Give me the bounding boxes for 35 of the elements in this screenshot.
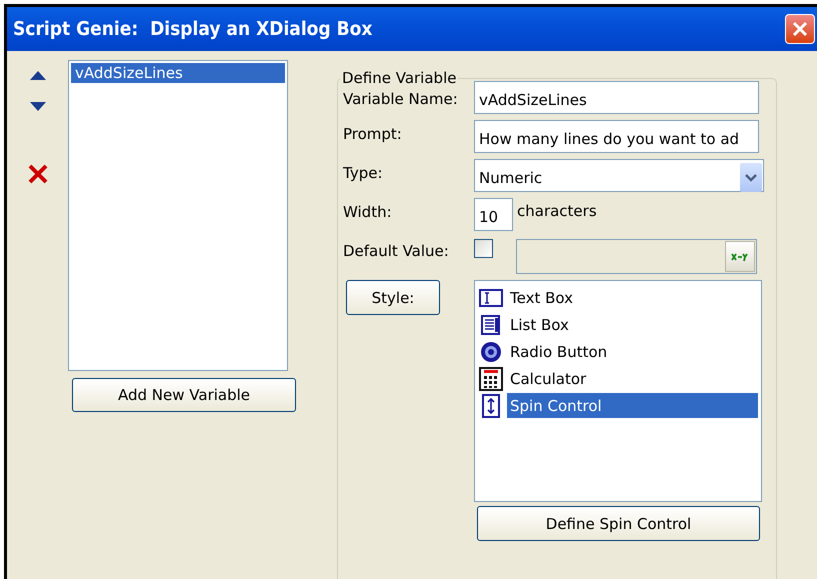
type-dropdown[interactable]: Numeric <box>474 159 764 192</box>
style-option[interactable]: Radio Button <box>507 339 758 364</box>
spin-control-icon <box>482 394 500 418</box>
close-icon <box>791 20 809 38</box>
list-box-icon <box>481 314 501 334</box>
width-field[interactable]: 10 <box>474 198 513 231</box>
style-option[interactable]: List Box <box>507 312 758 337</box>
default-value-field[interactable] <box>516 239 757 274</box>
field-label: Default Value: <box>343 241 450 260</box>
chevron-down-icon <box>745 174 757 182</box>
move-down-icon[interactable] <box>30 102 46 111</box>
variable-item[interactable]: vAddSizeLines <box>71 63 285 83</box>
calculator-icon <box>479 366 503 390</box>
style-option[interactable]: Spin Control <box>507 393 758 418</box>
text-box-icon <box>479 288 503 306</box>
radio-button-icon <box>480 340 502 362</box>
input-field[interactable]: How many lines do you want to ad <box>474 120 759 153</box>
field-label: Prompt: <box>343 124 403 143</box>
default-value-checkbox[interactable] <box>474 239 493 258</box>
style-option[interactable]: Text Box <box>507 285 758 310</box>
delete-icon[interactable] <box>26 163 48 185</box>
style-option[interactable]: Calculator <box>507 366 758 391</box>
expression-button[interactable] <box>725 241 755 272</box>
field-label: Variable Name: <box>343 89 459 108</box>
define-button[interactable]: Define Spin Control <box>477 506 760 541</box>
units-label: characters <box>517 201 597 220</box>
style-button[interactable]: Style: <box>346 280 440 315</box>
input-field[interactable]: vAddSizeLines <box>474 81 759 114</box>
window-title: Script Genie: Display an XDialog Box <box>12 18 372 40</box>
close-button[interactable] <box>785 14 815 44</box>
move-up-icon[interactable] <box>30 71 46 80</box>
field-label: Width: <box>343 202 393 221</box>
expression-icon <box>731 252 749 262</box>
add-new-variable-button[interactable]: Add New Variable <box>72 378 296 412</box>
field-label: Type: <box>343 163 384 182</box>
